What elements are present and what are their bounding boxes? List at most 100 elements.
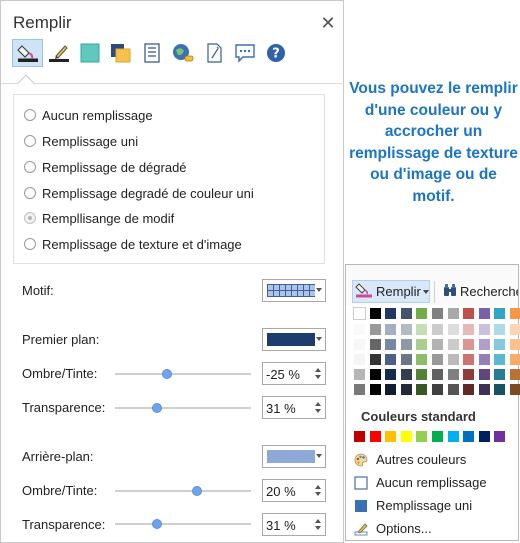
theme-shade-swatch[interactable]	[494, 369, 506, 380]
standard-color-swatch[interactable]	[416, 431, 428, 442]
theme-shade-swatch[interactable]	[447, 324, 459, 335]
standard-color-swatch[interactable]	[478, 431, 490, 442]
comment-icon[interactable]	[229, 39, 260, 67]
radio-no-fill[interactable]: Aucun remplissage	[24, 105, 153, 125]
theme-shade-swatch[interactable]	[463, 384, 475, 395]
theme-shade-swatch[interactable]	[510, 324, 520, 335]
slider-thumb[interactable]	[191, 486, 202, 496]
fg-transparency-input[interactable]	[266, 400, 310, 416]
theme-shade-swatch[interactable]	[432, 384, 443, 395]
radio-button[interactable]	[24, 109, 36, 121]
theme-shade-swatch[interactable]	[478, 324, 490, 335]
theme-color-swatch[interactable]	[432, 308, 443, 319]
theme-shade-swatch[interactable]	[478, 339, 490, 350]
theme-shade-swatch[interactable]	[416, 384, 428, 395]
radio-single-color-gradient[interactable]: Remplissage degradé de couleur uni	[24, 183, 254, 203]
remplir-dropdown-button[interactable]: Remplir	[352, 280, 430, 303]
bg-transparency-slider[interactable]	[115, 519, 251, 529]
fg-shade-stepper[interactable]	[262, 362, 326, 385]
theme-shade-swatch[interactable]	[354, 369, 365, 380]
fg-transparency-slider[interactable]	[115, 403, 251, 413]
radio-button[interactable]	[24, 238, 36, 250]
theme-color-swatch[interactable]	[478, 308, 490, 319]
theme-shade-swatch[interactable]	[463, 369, 475, 380]
theme-shade-swatch[interactable]	[432, 354, 443, 365]
radio-pattern-fill[interactable]: Rempllisange de modif	[24, 208, 174, 228]
theme-shade-swatch[interactable]	[463, 324, 475, 335]
theme-shade-swatch[interactable]	[510, 354, 520, 365]
close-button[interactable]: ✕	[319, 13, 337, 34]
theme-shade-swatch[interactable]	[447, 339, 459, 350]
bg-transparency-input[interactable]	[266, 517, 310, 533]
menu-item-solid-fill[interactable]: Remplissage uni	[354, 495, 472, 516]
theme-shade-swatch[interactable]	[400, 384, 412, 395]
standard-color-swatch[interactable]	[385, 431, 397, 442]
theme-shade-swatch[interactable]	[385, 354, 397, 365]
theme-shade-swatch[interactable]	[494, 324, 506, 335]
theme-color-swatch[interactable]	[510, 308, 520, 319]
standard-color-swatch[interactable]	[354, 431, 365, 442]
theme-shade-swatch[interactable]	[354, 384, 365, 395]
standard-color-swatch[interactable]	[400, 431, 412, 442]
theme-shade-swatch[interactable]	[369, 324, 381, 335]
theme-shade-swatch[interactable]	[494, 354, 506, 365]
theme-shade-swatch[interactable]	[385, 369, 397, 380]
document-list-icon[interactable]	[136, 39, 167, 67]
foreground-color-dropdown[interactable]	[262, 328, 326, 351]
menu-item-more-colors[interactable]: Autres couleurs	[354, 449, 466, 470]
theme-shade-swatch[interactable]	[510, 339, 520, 350]
theme-shade-swatch[interactable]	[432, 324, 443, 335]
theme-shade-swatch[interactable]	[494, 384, 506, 395]
theme-shade-swatch[interactable]	[400, 339, 412, 350]
theme-shade-swatch[interactable]	[369, 369, 381, 380]
theme-color-swatch[interactable]	[385, 308, 397, 319]
theme-shade-swatch[interactable]	[447, 384, 459, 395]
radio-button[interactable]	[24, 135, 36, 147]
theme-shade-swatch[interactable]	[400, 354, 412, 365]
recherche-button[interactable]: Recherche	[443, 280, 518, 303]
standard-color-swatch[interactable]	[369, 431, 381, 442]
radio-gradient-fill[interactable]: Remplissage de dégradé	[24, 157, 187, 177]
standard-color-swatch[interactable]	[447, 431, 459, 442]
stepper-down-icon[interactable]	[315, 375, 321, 379]
theme-color-swatch[interactable]	[353, 307, 366, 320]
theme-color-swatch[interactable]	[447, 308, 459, 319]
theme-shade-swatch[interactable]	[432, 339, 443, 350]
menu-item-no-fill[interactable]: Aucun remplissage	[354, 472, 487, 493]
shadow-square-icon[interactable]	[74, 39, 105, 67]
theme-shade-swatch[interactable]	[385, 384, 397, 395]
motif-dropdown[interactable]	[262, 279, 326, 302]
menu-item-options[interactable]: Options...	[354, 518, 432, 539]
radio-texture-image-fill[interactable]: Remplissage de texture et d'image	[24, 234, 242, 254]
theme-shade-swatch[interactable]	[400, 324, 412, 335]
theme-shade-swatch[interactable]	[416, 324, 428, 335]
theme-shade-swatch[interactable]	[478, 354, 490, 365]
slider-thumb[interactable]	[152, 519, 163, 529]
theme-shade-swatch[interactable]	[354, 339, 365, 350]
theme-shade-swatch[interactable]	[416, 354, 428, 365]
theme-shade-swatch[interactable]	[463, 339, 475, 350]
fill-bucket-icon[interactable]	[12, 39, 43, 67]
slider-thumb[interactable]	[161, 369, 172, 379]
fg-shade-input[interactable]	[266, 366, 310, 382]
theme-color-swatch[interactable]	[369, 308, 381, 319]
bg-shade-input[interactable]	[266, 483, 310, 499]
theme-shade-swatch[interactable]	[463, 354, 475, 365]
theme-shade-swatch[interactable]	[416, 369, 428, 380]
theme-color-swatch[interactable]	[400, 308, 412, 319]
background-color-dropdown[interactable]	[262, 445, 326, 468]
theme-shade-swatch[interactable]	[447, 369, 459, 380]
fg-shade-slider[interactable]	[115, 369, 251, 379]
theme-shade-swatch[interactable]	[354, 354, 365, 365]
theme-shade-swatch[interactable]	[510, 384, 520, 395]
fg-transparency-stepper[interactable]	[262, 396, 326, 419]
standard-color-swatch[interactable]	[463, 431, 475, 442]
bg-transparency-stepper[interactable]	[262, 513, 326, 536]
radio-solid-fill[interactable]: Remplissage uni	[24, 131, 138, 151]
bg-shade-stepper[interactable]	[262, 479, 326, 502]
theme-shade-swatch[interactable]	[416, 339, 428, 350]
radio-button[interactable]	[24, 187, 36, 199]
theme-color-swatch[interactable]	[494, 308, 506, 319]
standard-color-swatch[interactable]	[494, 431, 506, 442]
attachment-page-icon[interactable]	[198, 39, 229, 67]
